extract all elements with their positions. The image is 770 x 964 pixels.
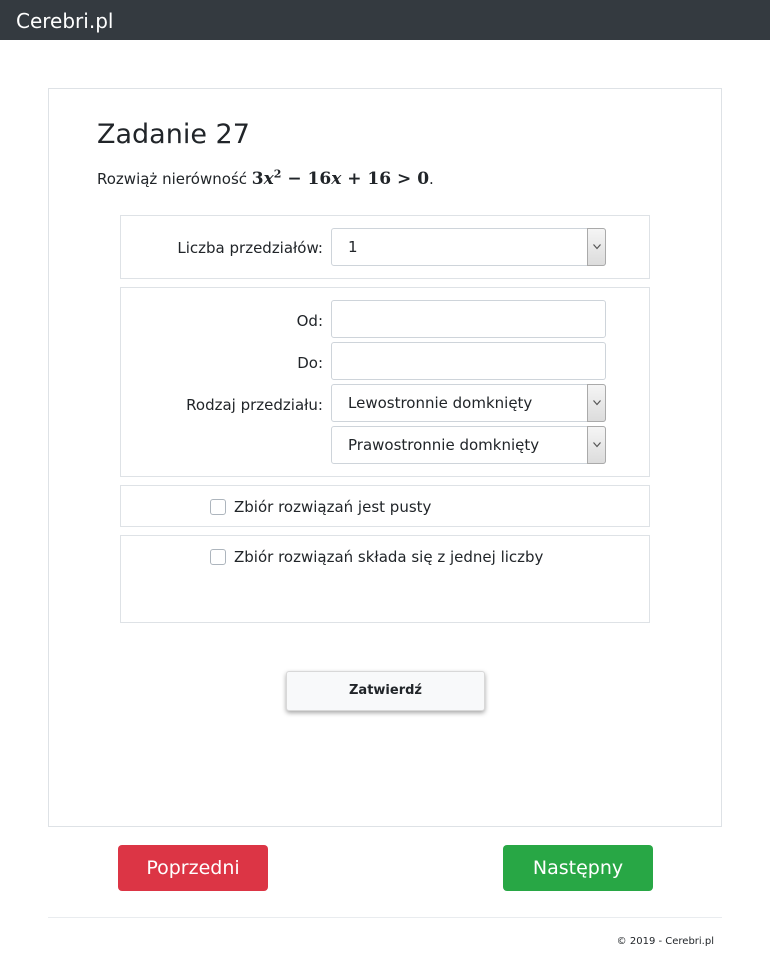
left-bound-value: Lewostronnie domknięty (348, 394, 533, 412)
next-button[interactable]: Następny (503, 845, 653, 891)
right-bound-value: Prawostronnie domknięty (348, 436, 540, 454)
copyright: © 2019 - Cerebri.pl (616, 936, 714, 947)
brand-link[interactable]: Cerebri.pl (16, 9, 113, 33)
interval-panel: Od: Do: Rodzaj przedziału: Lewostronnie … (120, 287, 650, 477)
right-bound-select[interactable]: Prawostronnie domknięty (331, 426, 606, 464)
from-input[interactable] (331, 300, 606, 338)
navbar: Cerebri.pl (0, 0, 770, 40)
task-statement: Rozwiąż nierówność 3x2 − 16x + 16 > 0. (97, 167, 434, 189)
empty-set-panel: Zbiór rozwiązań jest pusty (120, 485, 650, 527)
single-number-checkbox[interactable] (210, 549, 226, 565)
single-number-panel: Zbiór rozwiązań składa się z jednej licz… (120, 535, 650, 623)
single-number-label: Zbiór rozwiązań składa się z jednej licz… (234, 548, 544, 566)
interval-type-label: Rodzaj przedziału: (186, 396, 323, 414)
to-label: Do: (297, 354, 323, 372)
previous-button[interactable]: Poprzedni (118, 845, 268, 891)
interval-count-value: 1 (348, 238, 358, 256)
task-formula: 3x2 − 16x + 16 > 0 (251, 167, 430, 189)
chevron-down-icon (587, 228, 606, 266)
empty-set-label: Zbiór rozwiązań jest pusty (234, 498, 432, 516)
single-number-option[interactable]: Zbiór rozwiązań składa się z jednej licz… (210, 548, 543, 566)
chevron-down-icon (587, 384, 606, 422)
empty-set-checkbox[interactable] (210, 499, 226, 515)
footer-divider (48, 917, 722, 918)
left-bound-select[interactable]: Lewostronnie domknięty (331, 384, 606, 422)
to-input[interactable] (331, 342, 606, 380)
task-end: . (429, 170, 434, 188)
task-title: Zadanie 27 (97, 119, 250, 150)
task-prompt: Rozwiąż nierówność (97, 170, 247, 188)
submit-button[interactable]: Zatwierdź (286, 671, 485, 711)
interval-count-panel: Liczba przedziałów: 1 (120, 215, 650, 279)
task-card: Zadanie 27 Rozwiąż nierówność 3x2 − 16x … (48, 88, 722, 827)
interval-count-label: Liczba przedziałów: (177, 239, 323, 257)
chevron-down-icon (587, 426, 606, 464)
from-label: Od: (296, 312, 323, 330)
empty-set-option[interactable]: Zbiór rozwiązań jest pusty (210, 498, 431, 516)
interval-count-select[interactable]: 1 (331, 228, 606, 266)
